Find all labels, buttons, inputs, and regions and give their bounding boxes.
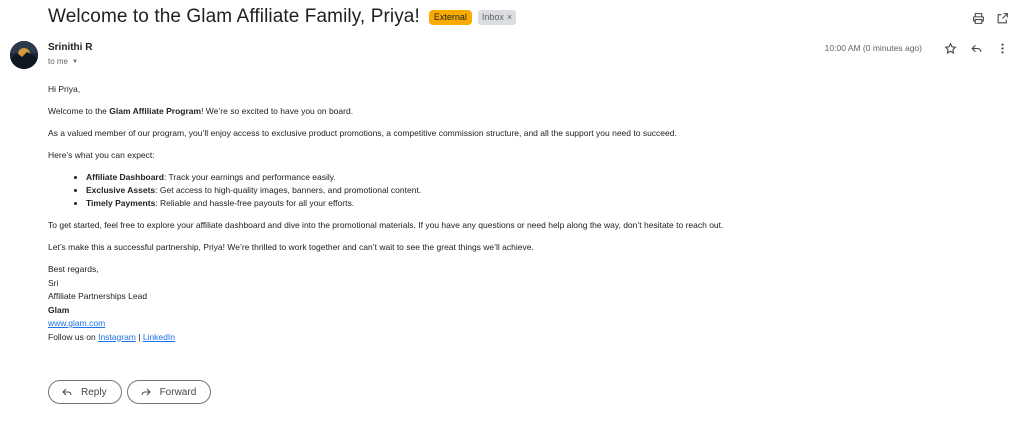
inbox-label[interactable]: Inbox × — [477, 9, 517, 25]
sender-name[interactable]: Srinithi R — [48, 42, 92, 53]
list-item: Affiliate Dashboard: Track your earnings… — [86, 171, 988, 183]
instagram-link[interactable]: Instagram — [98, 332, 136, 342]
member-paragraph: As a valued member of our program, you’l… — [48, 128, 677, 138]
follow-prefix: Follow us on — [48, 331, 99, 342]
thread-toolbar — [970, 10, 1010, 26]
external-badge: External — [428, 9, 472, 25]
list-item: Timely Payments: Reliable and hassle-fre… — [86, 197, 988, 209]
caret-down-icon[interactable]: ▼ — [72, 59, 78, 65]
intro-paragraph: Welcome to the Glam Affiliate Program! W… — [48, 105, 988, 117]
follow-line: Follow us on Instagram | LinkedIn — [48, 331, 988, 345]
print-icon[interactable] — [970, 10, 986, 26]
avatar[interactable] — [10, 41, 38, 69]
signer-name: Sri — [48, 277, 59, 288]
benefit-text: : Track your earnings and performance ea… — [163, 172, 336, 182]
subject-row: Welcome to the Glam Affiliate Family, Pr… — [48, 6, 517, 28]
reply-icon[interactable] — [968, 40, 984, 56]
website-link[interactable]: www.glam.com — [48, 318, 105, 328]
intro-after: ! We’re so excited to have you on board. — [201, 106, 354, 116]
signature: Best regards, Sri Affiliate Partnerships… — [48, 263, 988, 344]
intro-before: Welcome to the — [48, 106, 110, 116]
benefit-text: : Reliable and hassle-free payouts for a… — [155, 198, 355, 208]
website-line: www.glam.com — [48, 317, 988, 331]
company-name: Glam — [48, 304, 988, 318]
benefit-title: Timely Payments — [86, 198, 156, 208]
sign-off: Best regards, — [48, 264, 99, 274]
reply-actions: Reply Forward — [48, 380, 212, 404]
forward-button[interactable]: Forward — [126, 380, 212, 404]
reply-button[interactable]: Reply — [48, 380, 122, 404]
open-in-new-window-icon[interactable] — [994, 10, 1010, 26]
forward-label: Forward — [159, 386, 197, 398]
company-name-text: Glam — [48, 304, 70, 315]
benefit-title: Exclusive Assets — [86, 185, 156, 195]
program-name: Glam Affiliate Program — [109, 106, 202, 116]
benefit-title: Affiliate Dashboard — [86, 172, 164, 182]
benefits-list: Affiliate Dashboard: Track your earnings… — [48, 171, 988, 209]
inbox-label-text: Inbox — [481, 11, 504, 22]
closing-paragraph: Let’s make this a successful partnership… — [48, 242, 534, 252]
timestamp: 10:00 AM (0 minutes ago) — [824, 43, 922, 53]
expect-heading: Here’s what you can expect: — [48, 150, 155, 160]
get-started-paragraph: To get started, feel free to explore you… — [48, 220, 724, 230]
reply-icon — [61, 386, 73, 398]
benefit-text: : Get access to high-quality images, ban… — [155, 185, 422, 195]
forward-icon — [140, 386, 152, 398]
star-icon[interactable] — [942, 40, 958, 56]
greeting: Hi Priya, — [48, 84, 81, 94]
message-body: Hi Priya, Welcome to the Glam Affiliate … — [48, 83, 988, 344]
more-vert-icon[interactable] — [994, 40, 1010, 56]
signer-role: Affiliate Partnerships Lead — [48, 291, 148, 301]
reply-label: Reply — [81, 386, 107, 398]
link-separator: | — [135, 331, 143, 342]
recipient-text: to me — [48, 57, 69, 66]
list-item: Exclusive Assets: Get access to high-qua… — [86, 184, 988, 196]
remove-label-button[interactable]: × — [507, 12, 512, 23]
recipient-details[interactable]: to me ▼ — [48, 57, 78, 66]
linkedin-link[interactable]: LinkedIn — [143, 332, 175, 342]
email-subject: Welcome to the Glam Affiliate Family, Pr… — [48, 6, 420, 27]
message-meta: 10:00 AM (0 minutes ago) — [825, 40, 1010, 56]
